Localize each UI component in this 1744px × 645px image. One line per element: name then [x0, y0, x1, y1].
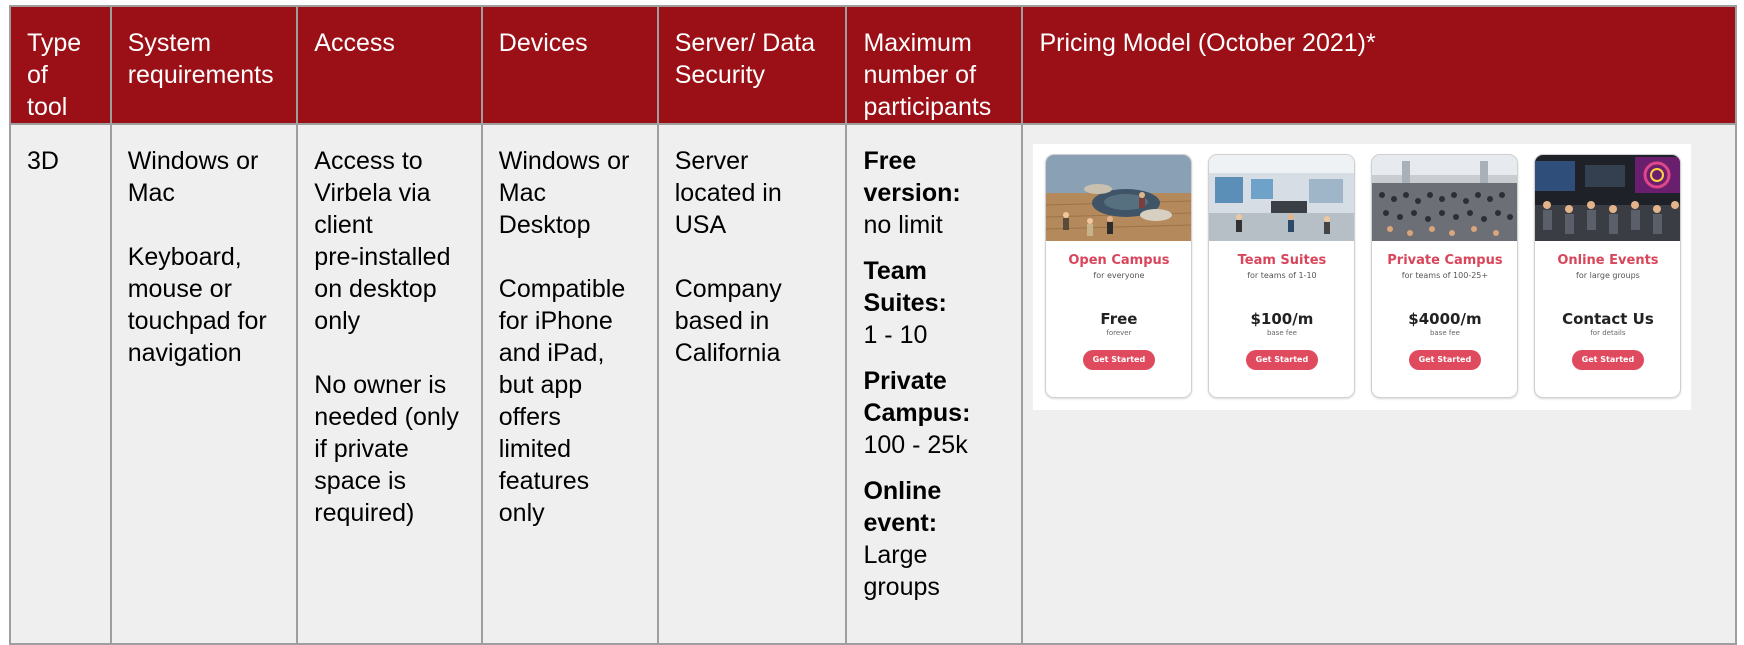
plan-price: $4000/m — [1408, 310, 1482, 328]
system-os: Windows or Mac — [127, 147, 259, 207]
online-events-thumbnail — [1535, 155, 1681, 241]
pricing-card-private-campus: Private Campus for teams of 100-25+ $400… — [1371, 154, 1519, 398]
server-location: Server located in USA — [674, 147, 782, 239]
get-started-button: Get Started — [1408, 350, 1482, 370]
plan-audience: for everyone — [1093, 271, 1145, 280]
pricing-card-team-suites: Team Suites for teams of 1-10 $100/m bas… — [1208, 154, 1356, 398]
company-location: Company based in California — [674, 275, 782, 367]
plan-name: Online Events — [1557, 253, 1659, 268]
comparison-table: Type of tool System requirements Access … — [9, 5, 1737, 645]
header-system-requirements: System requirements — [109, 5, 299, 125]
plan-price-note: forever — [1106, 329, 1132, 337]
cell-pricing: Open Campus for everyone Free forever Ge… — [1021, 123, 1737, 645]
pricing-card-open-campus: Open Campus for everyone Free forever Ge… — [1045, 154, 1193, 398]
header-row: Type of tool System requirements Access … — [9, 5, 1737, 125]
plan-price: Contact Us — [1562, 310, 1654, 328]
header-devices: Devices — [480, 5, 659, 125]
get-started-button: Get Started — [1245, 350, 1319, 370]
plan-price-note: for details — [1590, 329, 1626, 337]
header-access: Access — [296, 5, 483, 125]
plan-price: Free — [1100, 310, 1138, 328]
cell-access: Access to Virbela via client pre-install… — [296, 123, 483, 645]
open-campus-thumbnail — [1046, 155, 1192, 241]
cell-type: 3D — [9, 123, 112, 645]
cell-devices: Windows or Mac Desktop Compatible for iP… — [480, 123, 659, 645]
pricing-card-online-events: Online Events for large groups Contact U… — [1534, 154, 1682, 398]
plan-price-note: base fee — [1429, 329, 1460, 337]
tier-online-event: Online event: Large groups — [863, 477, 942, 601]
header-type-of-tool: Type of tool — [9, 5, 112, 125]
plan-audience: for large groups — [1576, 271, 1640, 280]
devices-desktop: Windows or Mac Desktop — [498, 147, 630, 239]
cell-participants: Free version: no limit Team Suites: 1 - … — [845, 123, 1024, 645]
plan-name: Team Suites — [1237, 253, 1327, 268]
get-started-button: Get Started — [1082, 350, 1156, 370]
header-pricing-model: Pricing Model (October 2021)* — [1021, 5, 1737, 125]
tier-private-campus: Private Campus: 100 - 25k — [863, 367, 971, 459]
plan-audience: for teams of 100-25+ — [1401, 271, 1489, 280]
plan-audience: for teams of 1-10 — [1247, 271, 1317, 280]
plan-name: Open Campus — [1068, 253, 1170, 268]
get-started-button: Get Started — [1571, 350, 1645, 370]
private-campus-thumbnail — [1372, 155, 1518, 241]
tier-team-suites: Team Suites: 1 - 10 — [863, 257, 947, 349]
access-owner: No owner is needed (only if private spac… — [314, 371, 459, 527]
plan-price-note: base fee — [1266, 329, 1297, 337]
team-suites-thumbnail — [1209, 155, 1355, 241]
header-server-data-security: Server/ Data Security — [656, 5, 848, 125]
devices-mobile: Compatible for iPhone and iPad, but app … — [498, 275, 626, 527]
system-input: Keyboard, mouse or touchpad for navigati… — [127, 243, 267, 367]
plan-price: $100/m — [1250, 310, 1314, 328]
access-client: Access to Virbela via client pre-install… — [314, 147, 451, 335]
pricing-image: Open Campus for everyone Free forever Ge… — [1033, 144, 1692, 410]
cell-server-security: Server located in USA Company based in C… — [656, 123, 848, 645]
cell-system-requirements: Windows or Mac Keyboard, mouse or touchp… — [109, 123, 299, 645]
table-row: 3D Windows or Mac Keyboard, mouse or tou… — [9, 123, 1737, 645]
plan-name: Private Campus — [1387, 253, 1503, 268]
tier-free: Free version: no limit — [863, 147, 961, 239]
header-maximum-participants: Maximum number of participants — [845, 5, 1024, 125]
